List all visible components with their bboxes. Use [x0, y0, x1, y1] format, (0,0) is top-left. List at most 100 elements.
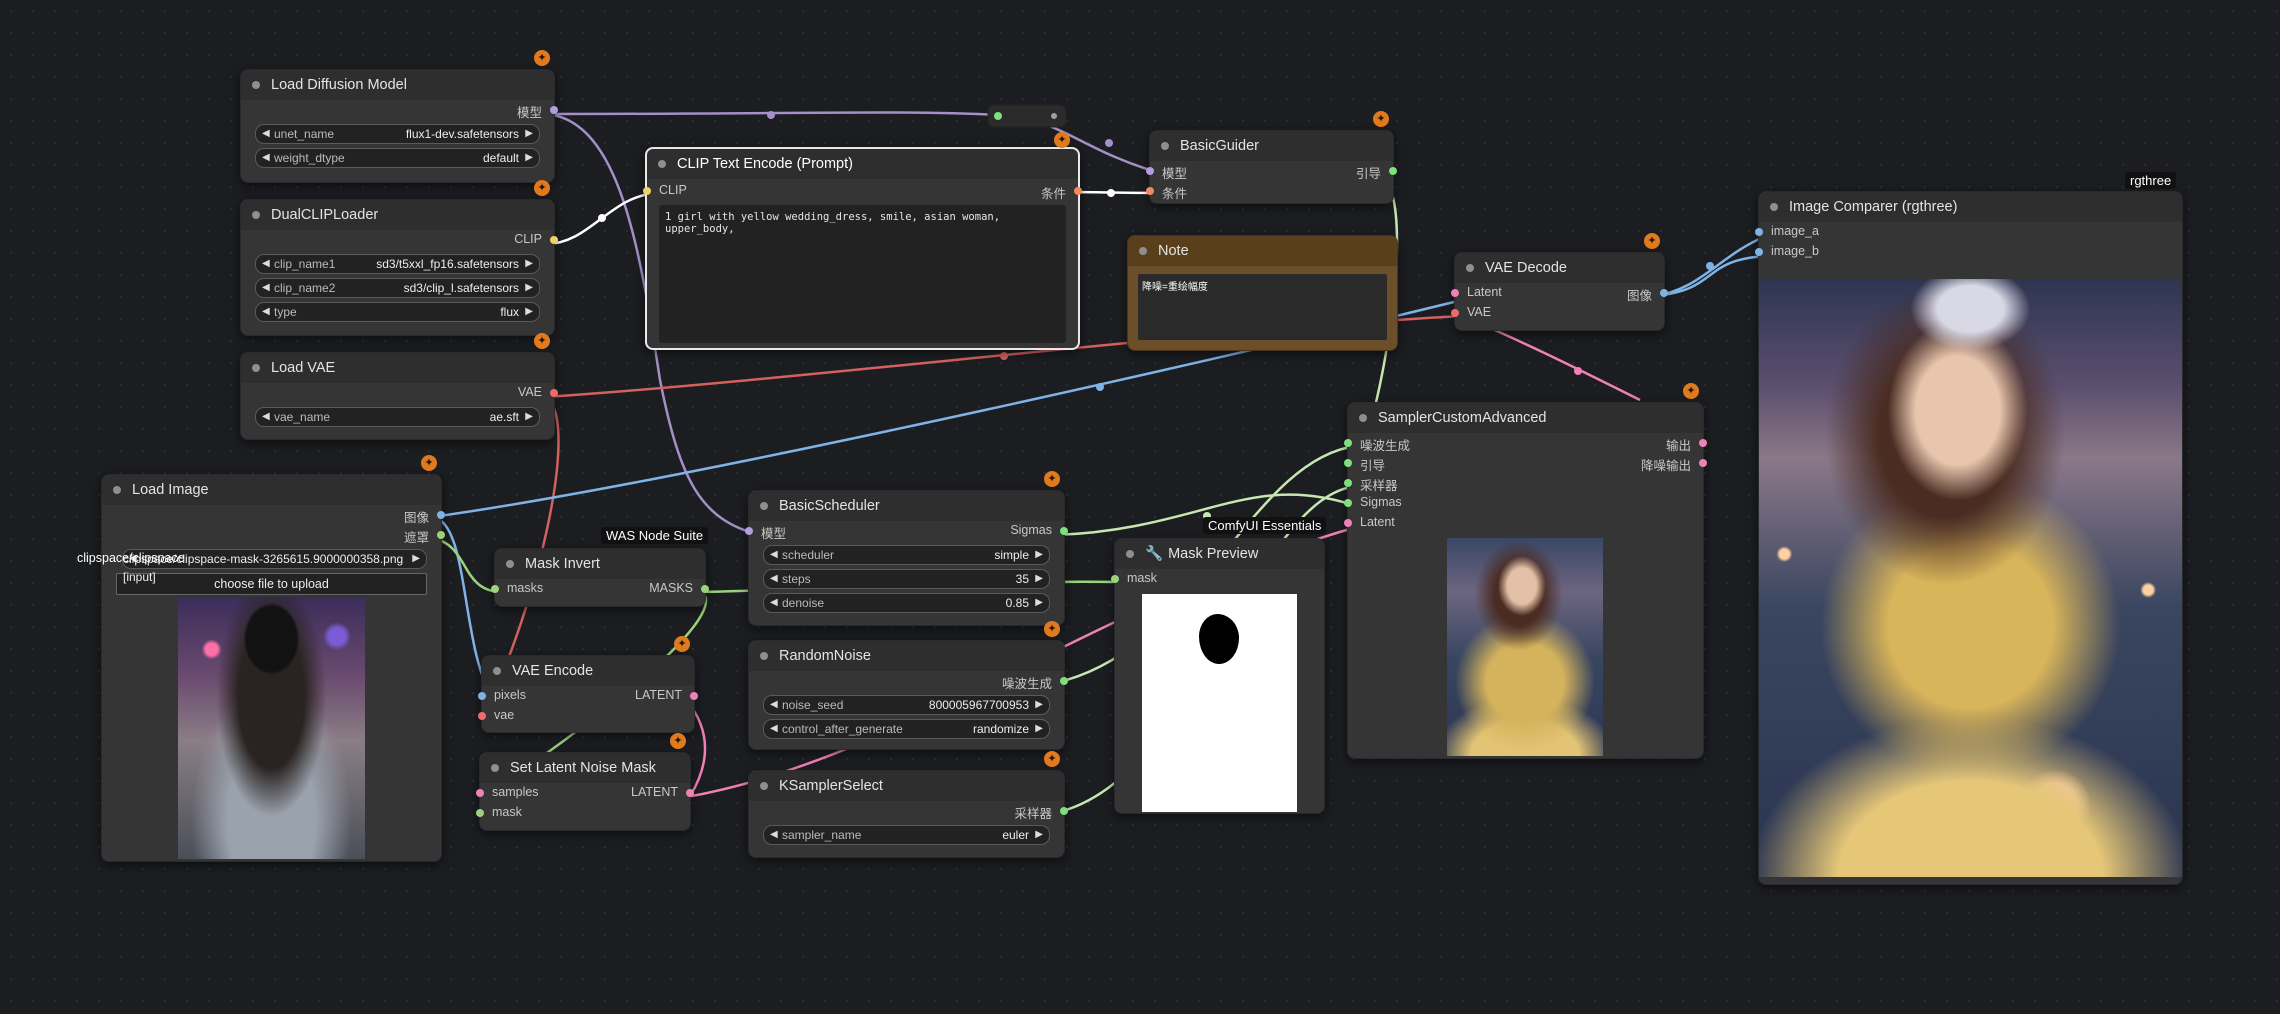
node-title[interactable]: 🔧 Mask Preview: [1115, 539, 1324, 569]
output-pin[interactable]: [437, 511, 445, 519]
arrow-right-icon[interactable]: ▶: [525, 125, 533, 143]
vae-name-widget[interactable]: ◀ vae_name ae.sft ▶: [255, 407, 540, 427]
input-pin[interactable]: [478, 712, 486, 720]
scheduler-widget[interactable]: ◀ scheduler simple ▶: [763, 545, 1050, 565]
output-pin[interactable]: [690, 692, 698, 700]
node-title[interactable]: KSamplerSelect: [749, 771, 1064, 801]
load-image-node[interactable]: ✦ Load Image 图像 遮罩 ◀ clipspace/clipspace…: [101, 455, 445, 862]
output-pin[interactable]: [686, 789, 694, 797]
prompt-textarea[interactable]: 1 girl with yellow wedding_dress, smile,…: [659, 205, 1066, 343]
sigmas-input-row[interactable]: Sigmas: [1344, 493, 1703, 513]
collapse-dot-icon[interactable]: [760, 652, 768, 660]
vae-decode-node[interactable]: ✦ VAE Decode Latent 图像 VAE: [1451, 233, 1668, 331]
collapse-dot-icon[interactable]: [493, 667, 501, 675]
input-pin[interactable]: [1344, 519, 1352, 527]
arrow-right-icon[interactable]: ▶: [525, 255, 533, 273]
note-node[interactable]: Note 降噪=重绘幅度: [1127, 235, 1398, 351]
node-title[interactable]: DualCLIPLoader: [241, 200, 554, 230]
set-latent-noise-mask-node[interactable]: ✦ Set Latent Noise Mask samples LATENT m…: [476, 733, 694, 831]
input-pin[interactable]: [1451, 309, 1459, 317]
node-title[interactable]: Note: [1128, 236, 1397, 266]
arrow-right-icon[interactable]: ▶: [1035, 594, 1043, 612]
output-pin[interactable]: [1699, 439, 1707, 447]
note-textarea[interactable]: 降噪=重绘幅度: [1138, 274, 1387, 340]
sampler-output[interactable]: 采样器: [749, 801, 1068, 821]
collapse-dot-icon[interactable]: [658, 160, 666, 168]
node-title[interactable]: RandomNoise: [749, 641, 1064, 671]
collapse-dot-icon[interactable]: [1466, 264, 1474, 272]
arrow-left-icon[interactable]: ◀: [770, 570, 778, 588]
clip-io-row[interactable]: CLIP 条件: [643, 181, 1082, 201]
arrow-right-icon[interactable]: ▶: [525, 303, 533, 321]
image-a-input[interactable]: image_a: [1755, 222, 2182, 242]
collapse-dot-icon[interactable]: [252, 81, 260, 89]
collapse-dot-icon[interactable]: [1161, 142, 1169, 150]
collapse-dot-icon[interactable]: [760, 782, 768, 790]
input-pin[interactable]: [1344, 499, 1352, 507]
node-title[interactable]: Load VAE: [241, 353, 554, 383]
output-pin[interactable]: [1060, 677, 1068, 685]
mask-input-row[interactable]: mask: [476, 803, 690, 823]
masks-io-row[interactable]: masks MASKS: [491, 579, 709, 599]
collapse-dot-icon[interactable]: [491, 764, 499, 772]
input-pin[interactable]: [1111, 575, 1119, 583]
input-pin[interactable]: [643, 187, 651, 195]
basic-scheduler-node[interactable]: ✦ BasicScheduler 模型 Sigmas ◀ scheduler sim…: [745, 471, 1068, 626]
model-guider-row[interactable]: 模型 引导: [1146, 161, 1397, 181]
noise-seed-widget[interactable]: ◀ noise_seed 800005967700953 ▶: [763, 695, 1050, 715]
input-pin[interactable]: [1451, 289, 1459, 297]
arrow-right-icon[interactable]: ▶: [525, 149, 533, 167]
arrow-right-icon[interactable]: ▶: [1035, 696, 1043, 714]
comparison-image[interactable]: [1759, 279, 2182, 877]
samples-latent-row[interactable]: samples LATENT: [476, 783, 694, 803]
image-comparer-node[interactable]: Image Comparer (rgthree) image_a image_b: [1755, 191, 2183, 885]
arrow-left-icon[interactable]: ◀: [262, 279, 270, 297]
mask-invert-node[interactable]: Mask Invert masks MASKS: [491, 548, 709, 607]
vae-input-row[interactable]: VAE: [1451, 303, 1664, 323]
node-title[interactable]: Image Comparer (rgthree): [1759, 192, 2182, 222]
arrow-right-icon[interactable]: ▶: [1035, 826, 1043, 844]
arrow-right-icon[interactable]: ▶: [525, 279, 533, 297]
latent-input-row[interactable]: Latent: [1344, 513, 1703, 533]
load-vae-node[interactable]: ✦ Load VAE VAE ◀ vae_name ae.sft ▶: [240, 333, 558, 440]
output-pin[interactable]: [1060, 807, 1068, 815]
collapse-dot-icon[interactable]: [1139, 247, 1147, 255]
clip-text-encode-node[interactable]: ✦ CLIP Text Encode (Prompt) CLIP 条件 1 gi…: [643, 132, 1082, 350]
noise-output[interactable]: 噪波生成: [749, 671, 1068, 691]
noise-output-row[interactable]: 噪波生成 输出: [1344, 433, 1707, 453]
node-title[interactable]: VAE Decode: [1455, 253, 1664, 283]
dual-clip-loader-node[interactable]: ✦ DualCLIPLoader CLIP ◀ clip_name1 sd3/t5x…: [240, 180, 558, 336]
output-pin[interactable]: [437, 531, 445, 539]
node-title[interactable]: Set Latent Noise Mask: [480, 753, 690, 783]
output-pin[interactable]: [550, 389, 558, 397]
arrow-right-icon[interactable]: ▶: [412, 550, 420, 568]
node-title[interactable]: Load Diffusion Model: [241, 70, 554, 100]
output-model[interactable]: 模型: [241, 100, 558, 120]
mask-input-row[interactable]: mask: [1111, 569, 1324, 589]
input-pin[interactable]: [1146, 187, 1154, 195]
output-pin[interactable]: [1060, 527, 1068, 535]
collapse-dot-icon[interactable]: [1359, 414, 1367, 422]
load-diffusion-model-node[interactable]: ✦ Load Diffusion Model 模型 ◀ unet_name flux…: [240, 50, 558, 183]
collapse-dot-icon[interactable]: [1770, 203, 1778, 211]
output-pin[interactable]: [701, 585, 709, 593]
arrow-right-icon[interactable]: ▶: [1035, 546, 1043, 564]
arrow-left-icon[interactable]: ◀: [770, 696, 778, 714]
clip-name1-widget[interactable]: ◀ clip_name1 sd3/t5xxl_fp16.safetensors ▶: [255, 254, 540, 274]
input-pin[interactable]: [1755, 248, 1763, 256]
output-image[interactable]: 图像: [102, 505, 445, 525]
vae-encode-node[interactable]: ✦ VAE Encode pixels LATENT vae: [478, 636, 698, 733]
node-title[interactable]: CLIP Text Encode (Prompt): [647, 149, 1078, 179]
collapse-dot-icon[interactable]: [252, 364, 260, 372]
node-title[interactable]: Load Image: [102, 475, 441, 505]
output-pin[interactable]: [1660, 289, 1668, 297]
pixels-latent-row[interactable]: pixels LATENT: [478, 686, 698, 706]
collapse-dot-icon[interactable]: [506, 560, 514, 568]
node-title[interactable]: VAE Encode: [482, 656, 694, 686]
image-b-input[interactable]: image_b: [1755, 242, 2182, 262]
denoise-widget[interactable]: ◀ denoise 0.85 ▶: [763, 593, 1050, 613]
node-title[interactable]: Mask Invert: [495, 549, 705, 579]
input-pin[interactable]: [1146, 167, 1154, 175]
node-title[interactable]: BasicScheduler: [749, 491, 1064, 521]
input-pin[interactable]: [1344, 479, 1352, 487]
